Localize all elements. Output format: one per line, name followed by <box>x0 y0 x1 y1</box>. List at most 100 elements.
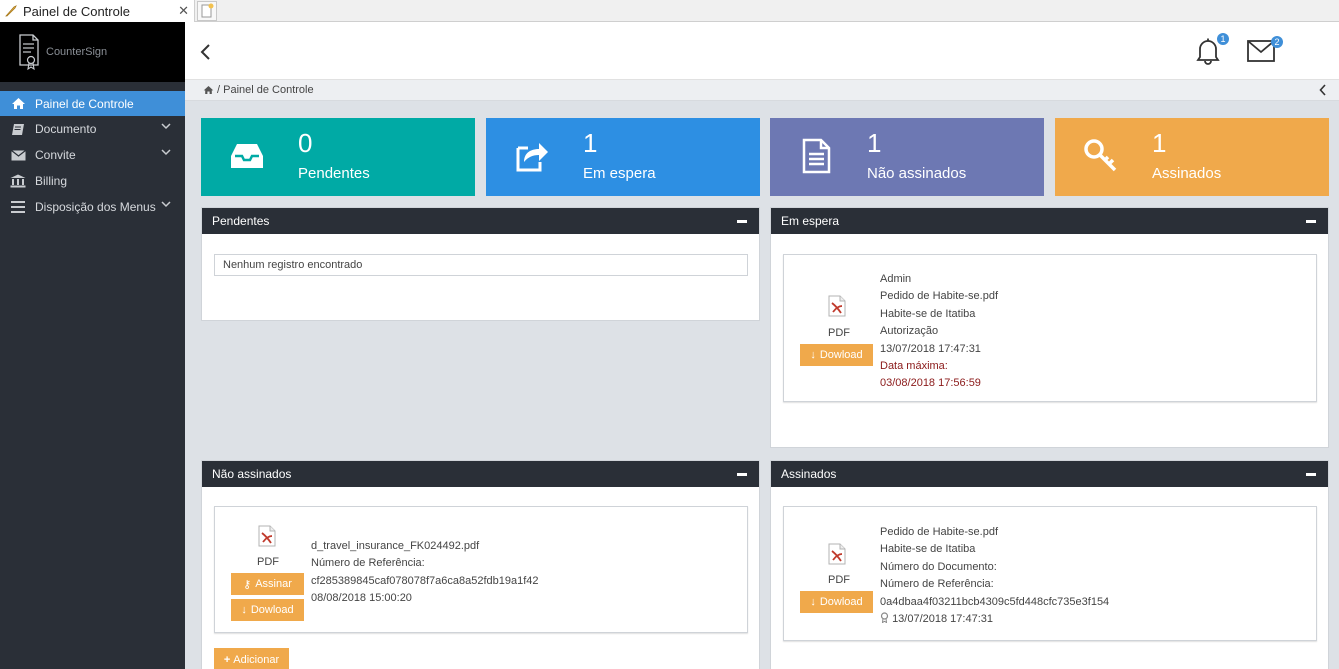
notifications-button[interactable]: 1 <box>1195 33 1229 68</box>
detail-reference-value: cf285389845caf078078f7a6ca8a52fdb19a1f42 <box>311 574 539 587</box>
panel-title: Assinados <box>781 467 837 481</box>
collapse-icon[interactable] <box>737 473 747 476</box>
download-arrow-icon: ↓ <box>241 604 247 616</box>
pdf-file-icon <box>828 295 846 317</box>
back-chevron-icon[interactable] <box>199 42 213 62</box>
panel-em-espera: Em espera PDF ↓ Dowload Admin Pedido de … <box>770 207 1329 448</box>
detail-signed-date: 13/07/2018 17:47:31 <box>892 613 993 626</box>
detail-date: 08/08/2018 15:00:20 <box>311 592 412 605</box>
key-icon: ⚷ <box>243 578 252 591</box>
home-icon <box>10 97 26 111</box>
browser-tab[interactable]: Painel de Controle ✕ <box>0 0 195 22</box>
download-button[interactable]: ↓ Dowload <box>231 599 304 621</box>
sign-button[interactable]: ⚷ Assinar <box>231 573 304 595</box>
panel-title: Não assinados <box>212 467 292 481</box>
stat-card-em-espera[interactable]: 1 Em espera <box>486 118 760 196</box>
stat-label: Não assinados <box>867 165 967 182</box>
new-tab-button[interactable] <box>197 1 217 21</box>
stat-label: Em espera <box>583 165 656 182</box>
panel-title: Em espera <box>781 214 840 228</box>
detail-reference-label: Número de Referência: <box>880 578 994 591</box>
download-button-label: Dowload <box>819 596 863 608</box>
file-type-label: PDF <box>257 556 279 568</box>
certificate-icon <box>19 34 39 71</box>
detail-filename: Pedido de Habite-se.pdf <box>880 290 999 303</box>
inbox-icon <box>231 144 263 168</box>
sidebar-nav: Painel de Controle Documento Convite Bil… <box>0 91 185 220</box>
chevron-down-icon <box>161 123 171 130</box>
sign-button-label: Assinar <box>255 578 292 590</box>
file-type-label: PDF <box>828 327 850 339</box>
sidebar-item-disposicao-dos-menus[interactable]: Disposição dos Menus <box>0 194 185 220</box>
sidebar-item-documento[interactable]: Documento <box>0 116 185 142</box>
document-card: PDF ↓ Dowload Admin Pedido de Habite-se.… <box>783 254 1317 402</box>
sidebar-item-painel-de-controle[interactable]: Painel de Controle <box>0 91 185 116</box>
detail-type: Autorização <box>880 325 939 338</box>
file-type-label: PDF <box>828 574 850 586</box>
stat-card-assinados[interactable]: 1 Assinados <box>1055 118 1329 196</box>
detail-subject: Habite-se de Itatiba <box>880 543 976 556</box>
sidebar: CounterSign Painel de Controle Documento… <box>0 22 185 669</box>
document-card: PDF ⚷ Assinar ↓ Dowload d_travel_insuran… <box>214 506 748 633</box>
close-tab-icon[interactable]: ✕ <box>178 3 189 19</box>
bank-icon <box>10 174 26 188</box>
book-icon <box>10 122 26 136</box>
stat-count: 1 <box>583 128 598 158</box>
stat-count: 1 <box>1152 128 1167 158</box>
messages-button[interactable]: 2 <box>1247 36 1283 65</box>
chevron-down-icon <box>161 149 171 156</box>
pdf-file-icon <box>258 525 276 547</box>
sidebar-item-convite[interactable]: Convite <box>0 142 185 168</box>
stat-label: Pendentes <box>298 165 370 182</box>
browser-tab-title: Painel de Controle <box>23 3 130 19</box>
document-card: PDF ↓ Dowload Pedido de Habite-se.pdf Ha… <box>783 506 1317 641</box>
stat-card-nao-assinados[interactable]: 1 Não assinados <box>770 118 1044 196</box>
pdf-file-icon <box>828 543 846 565</box>
detail-signed-row: 13/07/2018 17:47:31 <box>880 611 1109 628</box>
deadline-value: 03/08/2018 17:56:59 <box>880 377 981 390</box>
collapse-icon[interactable] <box>1306 473 1316 476</box>
notifications-badge: 1 <box>1217 33 1229 45</box>
collapse-icon[interactable] <box>1306 220 1316 223</box>
stat-label: Assinados <box>1152 165 1222 182</box>
add-button-label: Adicionar <box>233 654 280 666</box>
menu-icon <box>10 200 26 214</box>
messages-badge: 2 <box>1271 36 1283 48</box>
share-icon <box>516 143 548 172</box>
key-icon <box>1084 139 1117 172</box>
top-header: 1 2 <box>185 22 1339 80</box>
download-button[interactable]: ↓ Dowload <box>800 591 873 613</box>
stat-count: 1 <box>867 128 882 158</box>
download-button[interactable]: ↓ Dowload <box>800 344 873 366</box>
document-details: Admin Pedido de Habite-se.pdf Habite-se … <box>880 271 998 393</box>
detail-date: 13/07/2018 17:47:31 <box>880 342 981 355</box>
stat-count: 0 <box>298 128 313 158</box>
breadcrumb: / Painel de Controle <box>185 80 1339 101</box>
panel-header: Pendentes <box>202 208 759 234</box>
envelope-icon <box>10 148 26 162</box>
sidebar-item-label: Painel de Controle <box>35 96 134 111</box>
sidebar-item-label: Billing <box>35 174 68 188</box>
panel-header: Não assinados <box>202 461 759 487</box>
plus-icon: + <box>223 654 231 666</box>
sidebar-item-billing[interactable]: Billing <box>0 168 185 194</box>
panel-pendentes: Pendentes Nenhum registro encontrado <box>201 207 760 321</box>
detail-subject: Habite-se de Itatiba <box>880 307 976 320</box>
detail-reference-label: Número de Referência: <box>311 557 425 570</box>
document-icon <box>802 138 831 174</box>
detail-filename: d_travel_insurance_FK024492.pdf <box>311 540 480 552</box>
chevron-left-icon[interactable] <box>1319 84 1327 96</box>
brand-logo[interactable]: CounterSign <box>0 22 185 82</box>
panel-nao-assinados: Não assinados PDF ⚷ Assinar ↓ Dowload d_… <box>201 460 760 669</box>
new-tab-icon <box>201 3 214 18</box>
panel-header: Assinados <box>771 461 1328 487</box>
home-icon[interactable] <box>203 85 214 95</box>
panel-header: Em espera <box>771 208 1328 234</box>
detail-sender: Admin <box>880 273 912 285</box>
add-button[interactable]: + Adicionar <box>214 648 289 669</box>
detail-document-number-label: Número do Documento: <box>880 560 997 573</box>
stat-card-pendentes[interactable]: 0 Pendentes <box>201 118 475 196</box>
download-arrow-icon: ↓ <box>810 596 816 608</box>
document-details: d_travel_insurance_FK024492.pdf Número d… <box>311 538 539 608</box>
collapse-icon[interactable] <box>737 220 747 223</box>
